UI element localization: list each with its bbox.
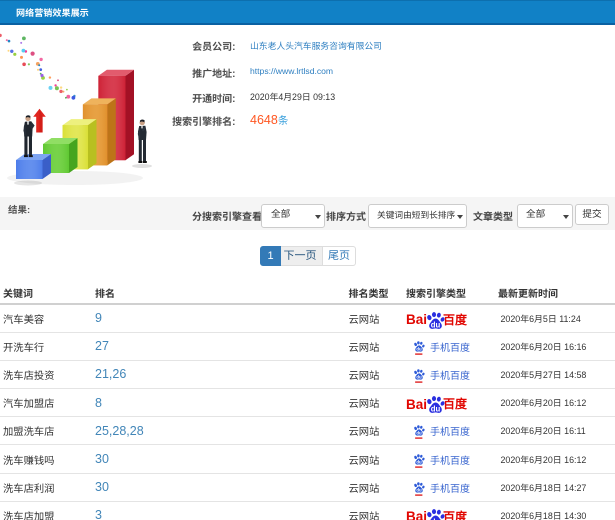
svg-text:du: du bbox=[416, 431, 422, 436]
svg-text:du: du bbox=[416, 375, 422, 380]
svg-text:du: du bbox=[430, 320, 440, 329]
svg-text:du: du bbox=[416, 487, 422, 492]
svg-text:du: du bbox=[416, 346, 422, 351]
svg-text:du: du bbox=[430, 404, 440, 413]
svg-text:du: du bbox=[416, 459, 422, 464]
